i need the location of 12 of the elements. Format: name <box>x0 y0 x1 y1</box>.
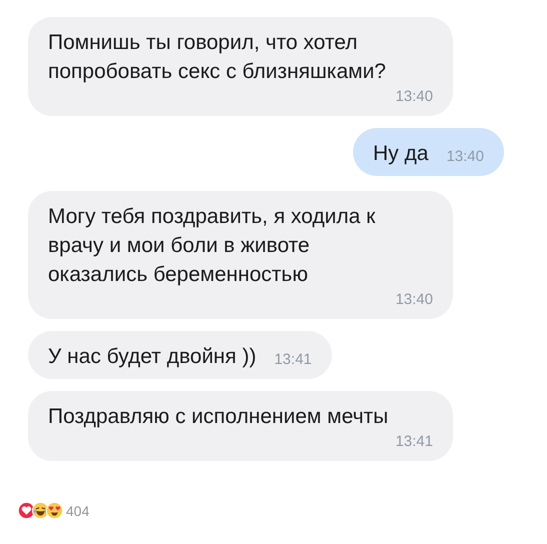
message-text: У нас будет двойня )) <box>48 344 256 370</box>
message-text: Помнишь ты говорил, что хотел попробовать секс с близняшками? <box>48 30 387 85</box>
message-time: 13:41 <box>394 432 433 452</box>
reaction-count: 404 <box>66 502 90 518</box>
message-time: 13:40 <box>394 87 433 107</box>
message-time: 13:41 <box>273 350 312 370</box>
message-time: 13:40 <box>394 290 433 310</box>
message-text: Ну да <box>373 141 428 167</box>
message-text: Могу тебя поздравить, я ходила к врачу и мои боли в животе оказались беременностью <box>48 204 376 288</box>
message-text: Поздравляю с исполнением мечты <box>48 404 388 430</box>
heart-eyes-emoji-icon[interactable] <box>46 502 63 519</box>
message-time: 13:40 <box>445 147 484 167</box>
